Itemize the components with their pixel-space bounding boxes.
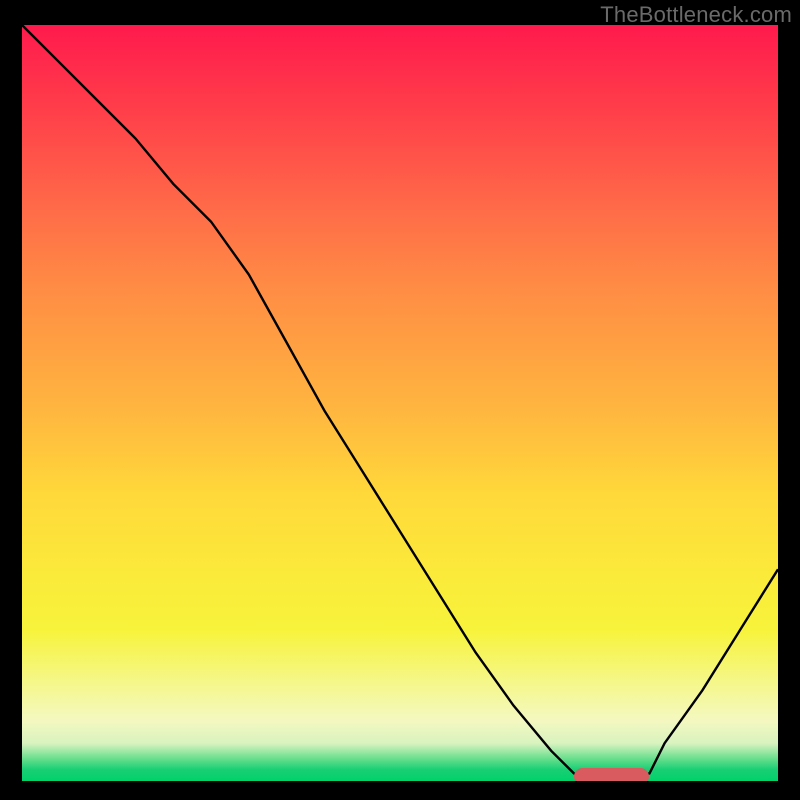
optimal-range-marker <box>574 768 650 781</box>
chart-container: TheBottleneck.com <box>0 0 800 800</box>
bottleneck-curve <box>22 25 778 781</box>
plot-area <box>22 25 778 781</box>
